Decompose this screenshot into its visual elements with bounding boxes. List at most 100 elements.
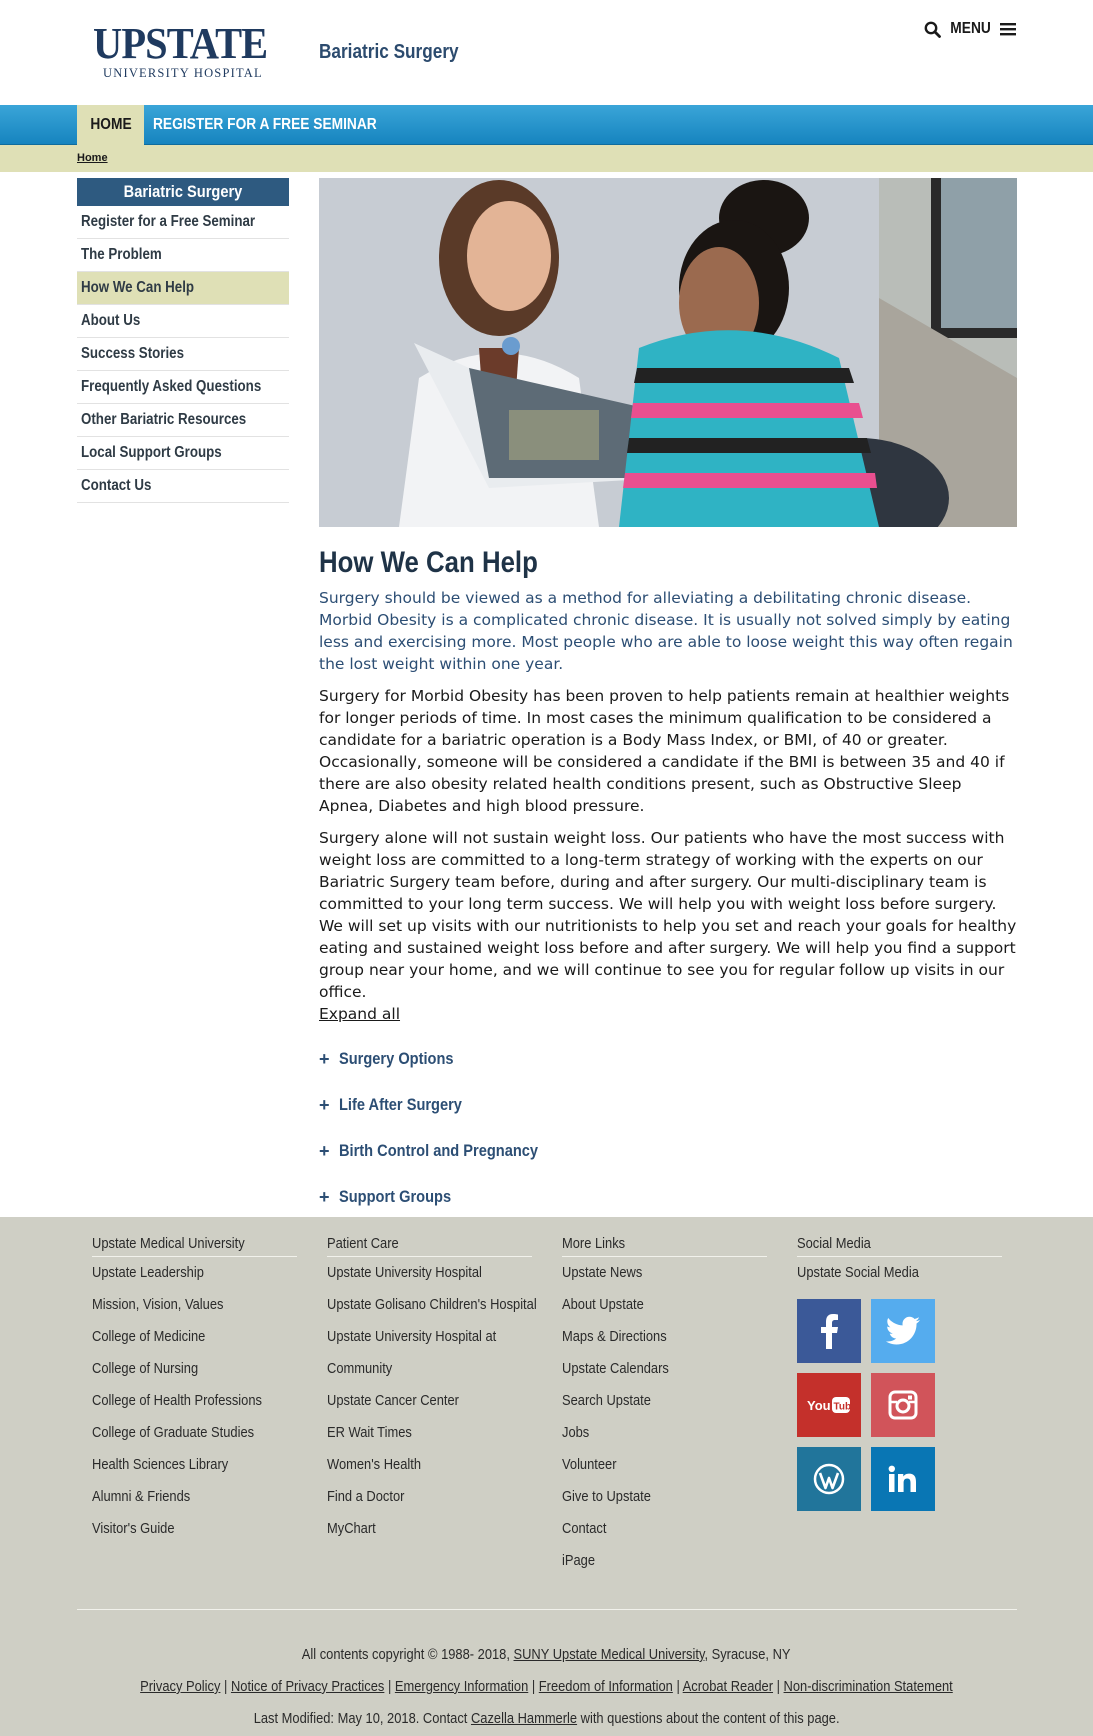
footer-link[interactable]: Volunteer xyxy=(562,1449,767,1481)
footer-heading-label: Patient Care xyxy=(327,1235,399,1252)
menu-label[interactable]: MENU xyxy=(950,20,991,38)
last-modified-text: Last Modified: May 10, 2018. Contact xyxy=(253,1710,471,1727)
sidebar-item-register[interactable]: Register for a Free Seminar xyxy=(77,206,289,239)
footer-link[interactable]: Search Upstate xyxy=(562,1385,767,1417)
menu-button[interactable]: MENU xyxy=(924,20,1016,38)
site-title[interactable]: Bariatric Surgery xyxy=(319,41,459,64)
footer-heading[interactable]: Social Media xyxy=(797,1231,1002,1257)
hamburger-icon[interactable] xyxy=(1000,22,1016,36)
footer-link[interactable]: Upstate University Hospital at xyxy=(327,1321,532,1353)
footer-column-university: Upstate Medical University Upstate Leade… xyxy=(92,1231,297,1545)
nav-register-tab[interactable]: REGISTER FOR A FREE SEMINAR xyxy=(153,105,413,145)
footer-link[interactable]: Give to Upstate xyxy=(562,1481,767,1513)
accordion-birth-control[interactable]: + Birth Control and Pregnancy xyxy=(319,1128,1019,1174)
footer-heading[interactable]: Patient Care xyxy=(327,1231,532,1257)
wordpress-icon[interactable] xyxy=(797,1447,861,1511)
footer-link[interactable]: Upstate News xyxy=(562,1257,767,1289)
sidebar-item-about-us[interactable]: About Us xyxy=(77,305,289,338)
footer-link[interactable]: Upstate Leadership xyxy=(92,1257,297,1289)
privacy-policy-link[interactable]: Privacy Policy xyxy=(140,1678,220,1695)
footer-link[interactable]: ER Wait Times xyxy=(327,1417,532,1449)
accordion: + Surgery Options + Life After Surgery + Bi… xyxy=(319,1036,1019,1220)
sidebar-item-support-groups[interactable]: Local Support Groups xyxy=(77,437,289,470)
footer-link[interactable]: Upstate Cancer Center xyxy=(327,1385,532,1417)
footer-link[interactable]: Upstate Golisano Children's Hospital xyxy=(327,1289,537,1321)
footer-link[interactable]: College of Medicine xyxy=(92,1321,297,1353)
footer-link[interactable]: Women's Health xyxy=(327,1449,532,1481)
suny-upstate-link[interactable]: SUNY Upstate Medical University xyxy=(514,1646,705,1663)
accordion-life-after-surgery[interactable]: + Life After Surgery xyxy=(319,1082,1019,1128)
footer-link[interactable]: College of Nursing xyxy=(92,1353,297,1385)
facebook-icon[interactable] xyxy=(797,1299,861,1363)
footer-link[interactable]: Contact xyxy=(562,1513,767,1545)
footer-link[interactable]: Alumni & Friends xyxy=(92,1481,297,1513)
twitter-icon[interactable] xyxy=(871,1299,935,1363)
footer-link[interactable]: College of Graduate Studies xyxy=(92,1417,297,1449)
sidebar-item-success-stories[interactable]: Success Stories xyxy=(77,338,289,371)
footer-link[interactable]: Upstate Calendars xyxy=(562,1353,767,1385)
sidebar-heading[interactable]: Bariatric Surgery xyxy=(77,178,289,206)
sidebar-item-faq[interactable]: Frequently Asked Questions xyxy=(77,371,289,404)
footer-link[interactable]: Jobs xyxy=(562,1417,767,1449)
accordion-label: Birth Control and Pregnancy xyxy=(339,1141,539,1160)
instagram-icon[interactable] xyxy=(871,1373,935,1437)
emergency-information-link[interactable]: Emergency Information xyxy=(395,1678,528,1695)
youtube-icon[interactable]: YouTube xyxy=(797,1373,861,1437)
footer-column-patient-care: Patient Care Upstate University Hospital… xyxy=(327,1231,537,1545)
footer-link[interactable]: Health Sciences Library xyxy=(92,1449,297,1481)
sidebar-item-the-problem[interactable]: The Problem xyxy=(77,239,289,272)
footer-link[interactable]: Find a Doctor xyxy=(327,1481,532,1513)
sidebar-item-contact-us[interactable]: Contact Us xyxy=(77,470,289,503)
accordion-label: Support Groups xyxy=(339,1187,452,1206)
footer-link[interactable]: Upstate University Hospital xyxy=(327,1257,532,1289)
footer-link[interactable]: Mission, Vision, Values xyxy=(92,1289,297,1321)
footer-link-label: Upstate Golisano Children's Hospital xyxy=(327,1296,537,1313)
footer-link[interactable]: About Upstate xyxy=(562,1289,767,1321)
footer-link[interactable]: Community xyxy=(327,1353,532,1385)
expand-all-link[interactable]: Expand all xyxy=(319,1003,400,1025)
footer-link-label: College of Medicine xyxy=(92,1328,206,1345)
footer-link[interactable]: iPage xyxy=(562,1545,767,1577)
footer-link-label: Search Upstate xyxy=(562,1392,651,1409)
footer-link-label: About Upstate xyxy=(562,1296,644,1313)
footer-link-label: College of Health Professions xyxy=(92,1392,262,1409)
footer-heading[interactable]: Upstate Medical University xyxy=(92,1231,297,1257)
footer-link-label: Volunteer xyxy=(562,1456,617,1473)
nav-home-tab[interactable]: HOME xyxy=(77,105,144,145)
footer-heading[interactable]: More Links xyxy=(562,1231,767,1257)
footer-link-label: Jobs xyxy=(562,1424,590,1441)
footer-column-social: Social Media Upstate Social Media You Tub… xyxy=(797,1231,1002,1511)
footer-link-label: Upstate News xyxy=(562,1264,643,1281)
footer-link[interactable]: Maps & Directions xyxy=(562,1321,767,1353)
sidebar-item-how-we-can-help[interactable]: How We Can Help xyxy=(77,272,289,305)
last-modified-suffix: with questions about the content of this… xyxy=(576,1710,840,1727)
footer-link-label: ER Wait Times xyxy=(327,1424,412,1441)
breadcrumb-home-link[interactable]: Home xyxy=(77,152,108,164)
contact-person-link[interactable]: Cazella Hammerle xyxy=(471,1710,577,1727)
accordion-surgery-options[interactable]: + Surgery Options xyxy=(319,1036,1019,1082)
footer-link[interactable]: Visitor's Guide xyxy=(92,1513,297,1545)
footer-link-label: Health Sciences Library xyxy=(92,1456,229,1473)
upstate-logo[interactable]: UPSTATE UNIVERSITY HOSPITAL xyxy=(93,22,268,81)
footer-link[interactable]: MyChart xyxy=(327,1513,532,1545)
accordion-support-groups[interactable]: + Support Groups xyxy=(319,1174,1019,1220)
non-discrimination-link[interactable]: Non-discrimination Statement xyxy=(784,1678,953,1695)
footer-link[interactable]: Upstate Social Media xyxy=(797,1257,1002,1289)
main-content: How We Can Help Surgery should be viewed… xyxy=(319,543,1019,1220)
linkedin-icon[interactable] xyxy=(871,1447,935,1511)
hero-photo xyxy=(319,178,1017,527)
freedom-of-information-link[interactable]: Freedom of Information xyxy=(539,1678,673,1695)
accordion-label: Life After Surgery xyxy=(339,1095,462,1114)
acrobat-reader-link[interactable]: Acrobat Reader xyxy=(683,1678,773,1695)
footer-link[interactable]: College of Health Professions xyxy=(92,1385,297,1417)
svg-text:Tube: Tube xyxy=(834,1402,852,1413)
plus-icon: + xyxy=(319,1186,330,1207)
footer-link-label: Find a Doctor xyxy=(327,1488,405,1505)
footer-link-label: Upstate Social Media xyxy=(797,1264,919,1281)
footer-column-more-links: More Links Upstate News About Upstate Ma… xyxy=(562,1231,767,1577)
footer-heading-label: More Links xyxy=(562,1235,626,1252)
footer-link-label: Women's Health xyxy=(327,1456,422,1473)
search-icon[interactable] xyxy=(924,21,941,38)
privacy-practices-link[interactable]: Notice of Privacy Practices xyxy=(231,1678,384,1695)
sidebar-item-other-resources[interactable]: Other Bariatric Resources xyxy=(77,404,289,437)
